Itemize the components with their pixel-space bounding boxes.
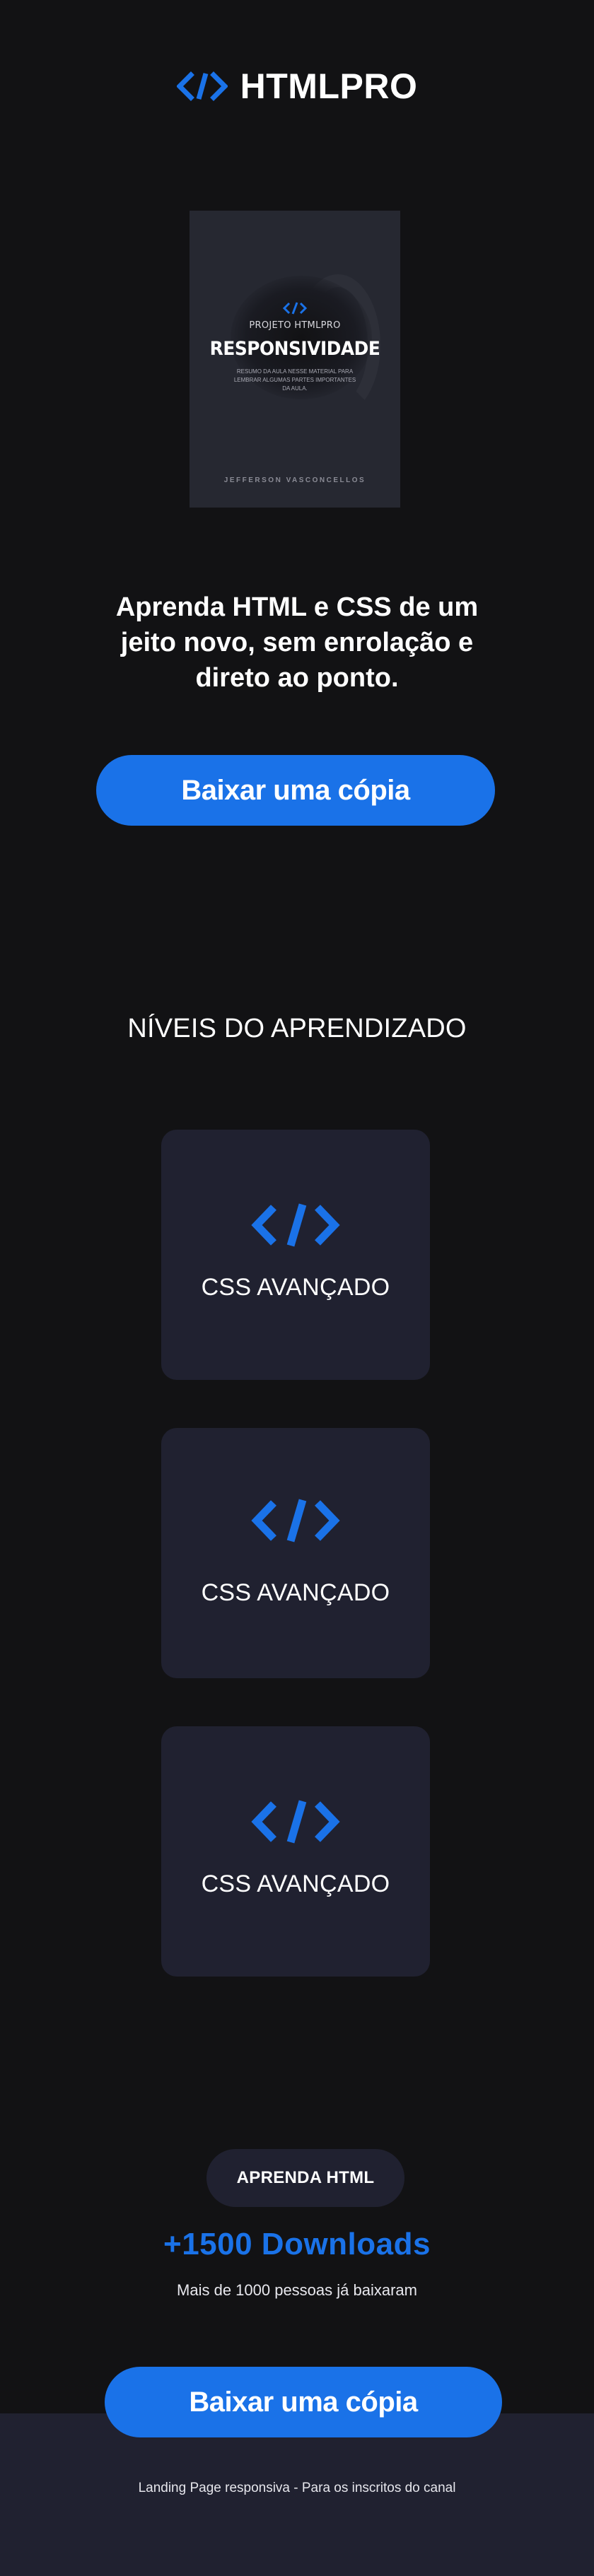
hero-headline: Aprenda HTML e CSS de um jeito novo, sem… — [115, 592, 479, 693]
level-card: CSS AVANÇADO — [161, 1130, 430, 1380]
code-brackets-icon — [176, 71, 228, 101]
downloads-count: +1500 Downloads — [163, 2227, 431, 2261]
code-brackets-icon — [251, 1800, 340, 1844]
download-copy-button-bottom[interactable]: Baixar uma cópia — [105, 2367, 502, 2437]
footer-text: Landing Page responsiva - Para os inscri… — [138, 2481, 456, 2495]
downloads-subtitle: Mais de 1000 pessoas já baixaram — [177, 2281, 417, 2299]
level-card-label: CSS AVANÇADO — [201, 1579, 390, 1606]
brand-name: HTMLPRO — [240, 66, 418, 106]
level-card: CSS AVANÇADO — [161, 1428, 430, 1678]
landing-page: HTMLPRO PROJETO HTMLPRO RESPONSIVIDADE R… — [0, 0, 594, 2576]
cover-description: RESUMO DA AULA NESSE MATERIAL PARA LEMBR… — [233, 368, 356, 392]
level-card: CSS AVANÇADO — [161, 1726, 430, 1977]
level-card-label: CSS AVANÇADO — [201, 1870, 390, 1897]
cover-title: RESPONSIVIDADE — [209, 338, 380, 360]
site-footer: Landing Page responsiva - Para os inscri… — [0, 2413, 594, 2576]
learn-html-badge: APRENDA HTML — [206, 2149, 404, 2207]
level-card-label: CSS AVANÇADO — [201, 1274, 390, 1301]
cover-author: JEFFERSON VASCONCELLOS — [223, 476, 366, 484]
download-copy-button[interactable]: Baixar uma cópia — [96, 755, 495, 826]
code-brackets-icon — [251, 1499, 340, 1542]
site-header: HTMLPRO — [0, 65, 594, 107]
code-brackets-icon — [283, 302, 307, 315]
levels-title: NÍVEIS DO APRENDIZADO — [127, 1014, 467, 1043]
cover-series: PROJETO HTMLPRO — [249, 320, 341, 331]
ebook-cover: PROJETO HTMLPRO RESPONSIVIDADE RESUMO DA… — [190, 211, 400, 508]
code-brackets-icon — [251, 1203, 340, 1247]
